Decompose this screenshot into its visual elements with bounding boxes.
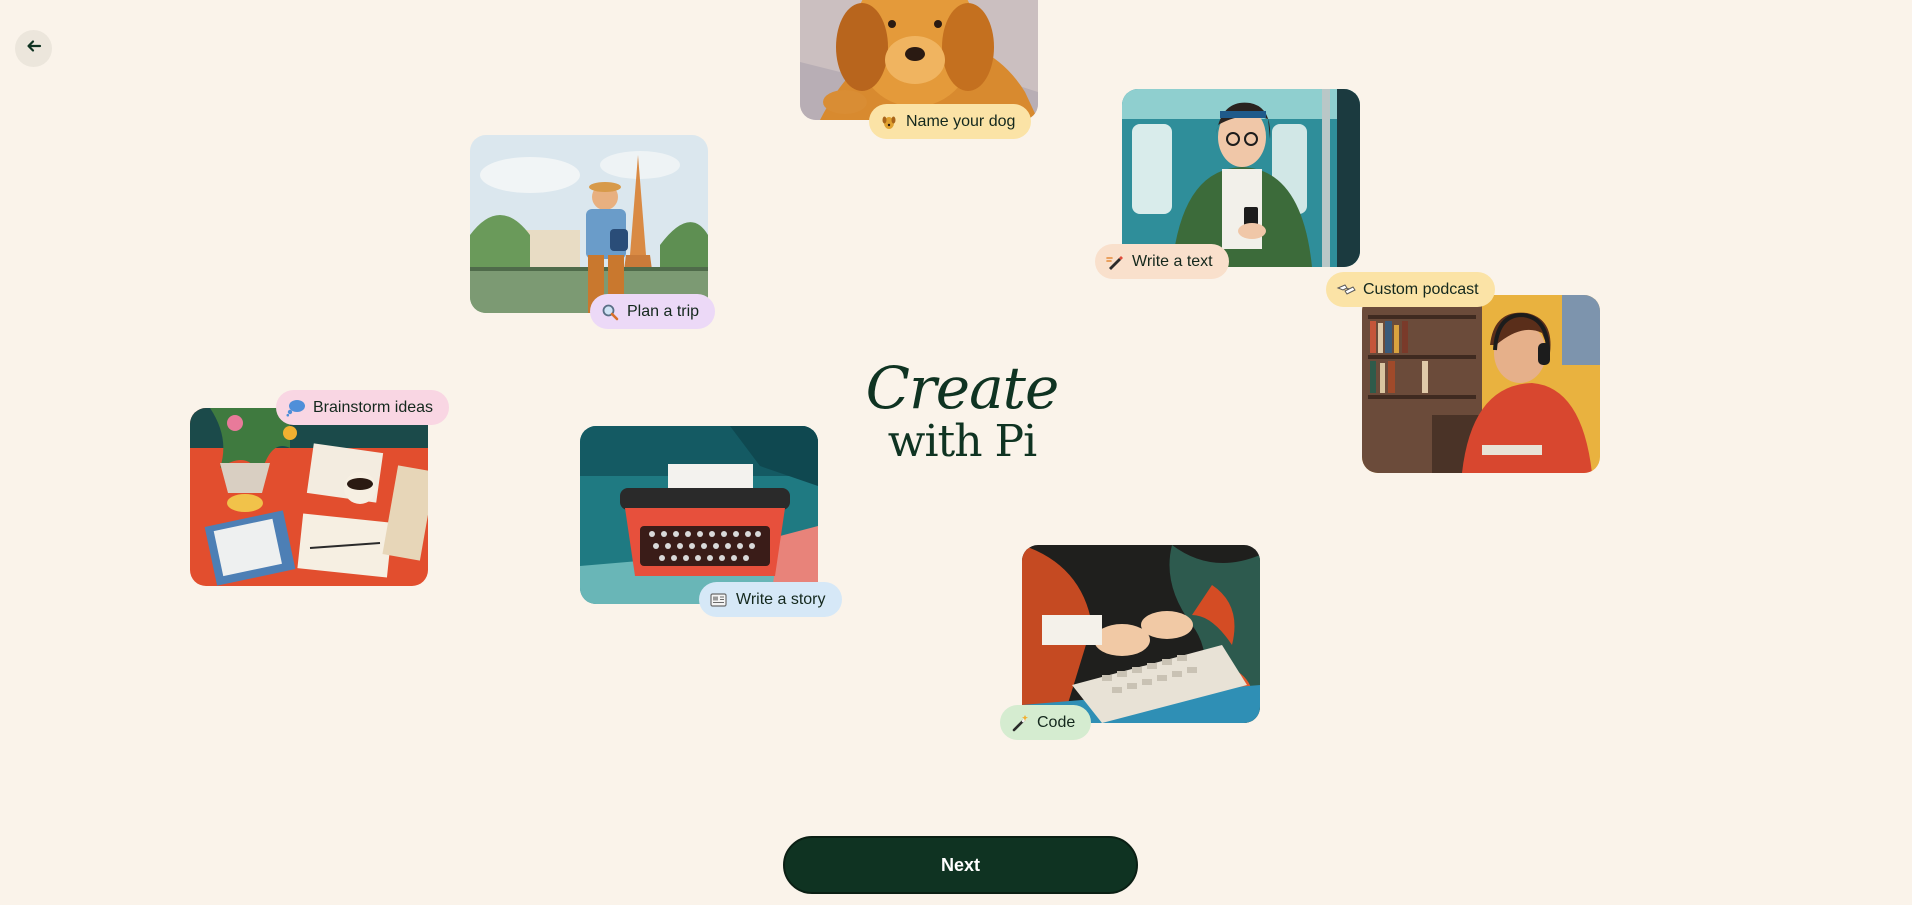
next-button[interactable]: Next	[783, 836, 1138, 894]
chip-code[interactable]: Code	[1000, 705, 1092, 740]
arrow-left-icon	[26, 38, 42, 59]
chip-write-a-text[interactable]: Write a text	[1095, 244, 1229, 279]
chip-label: Plan a trip	[627, 302, 700, 320]
card-image-custom-podcast[interactable]	[1362, 295, 1600, 473]
headphones-icon	[1336, 280, 1356, 300]
chip-name-your-dog[interactable]: Name your dog	[869, 104, 1032, 139]
title-line-create: Create	[865, 354, 1060, 422]
chip-custom-podcast[interactable]: Custom podcast	[1326, 272, 1495, 307]
chip-label: Code	[1037, 713, 1076, 731]
title-line-with-pi: with Pi	[887, 415, 1037, 467]
card-image-code[interactable]	[1022, 545, 1260, 723]
card-image-write-a-story[interactable]	[580, 426, 818, 604]
card-image-plan-a-trip[interactable]	[470, 135, 708, 313]
newspaper-icon	[709, 590, 729, 610]
back-button[interactable]	[15, 30, 52, 67]
magnifier-icon	[600, 302, 620, 322]
page-title: Create with Pi	[862, 358, 1062, 465]
chip-label: Write a text	[1132, 252, 1213, 270]
chip-plan-a-trip[interactable]: Plan a trip	[590, 294, 716, 329]
card-image-write-a-text[interactable]	[1122, 89, 1360, 267]
chip-write-a-story[interactable]: Write a story	[699, 582, 842, 617]
chip-label: Brainstorm ideas	[313, 398, 434, 416]
chip-brainstorm-ideas[interactable]: Brainstorm ideas	[276, 390, 450, 425]
card-image-brainstorm-ideas[interactable]	[190, 408, 428, 586]
thought-bubble-icon	[286, 398, 306, 418]
magic-wand-icon	[1010, 713, 1030, 733]
chip-label: Name your dog	[906, 112, 1016, 130]
pen-icon	[1105, 252, 1125, 272]
dog-icon	[879, 112, 899, 132]
chip-label: Write a story	[736, 590, 826, 608]
chip-label: Custom podcast	[1363, 280, 1479, 298]
card-image-name-your-dog[interactable]	[800, 0, 1038, 120]
